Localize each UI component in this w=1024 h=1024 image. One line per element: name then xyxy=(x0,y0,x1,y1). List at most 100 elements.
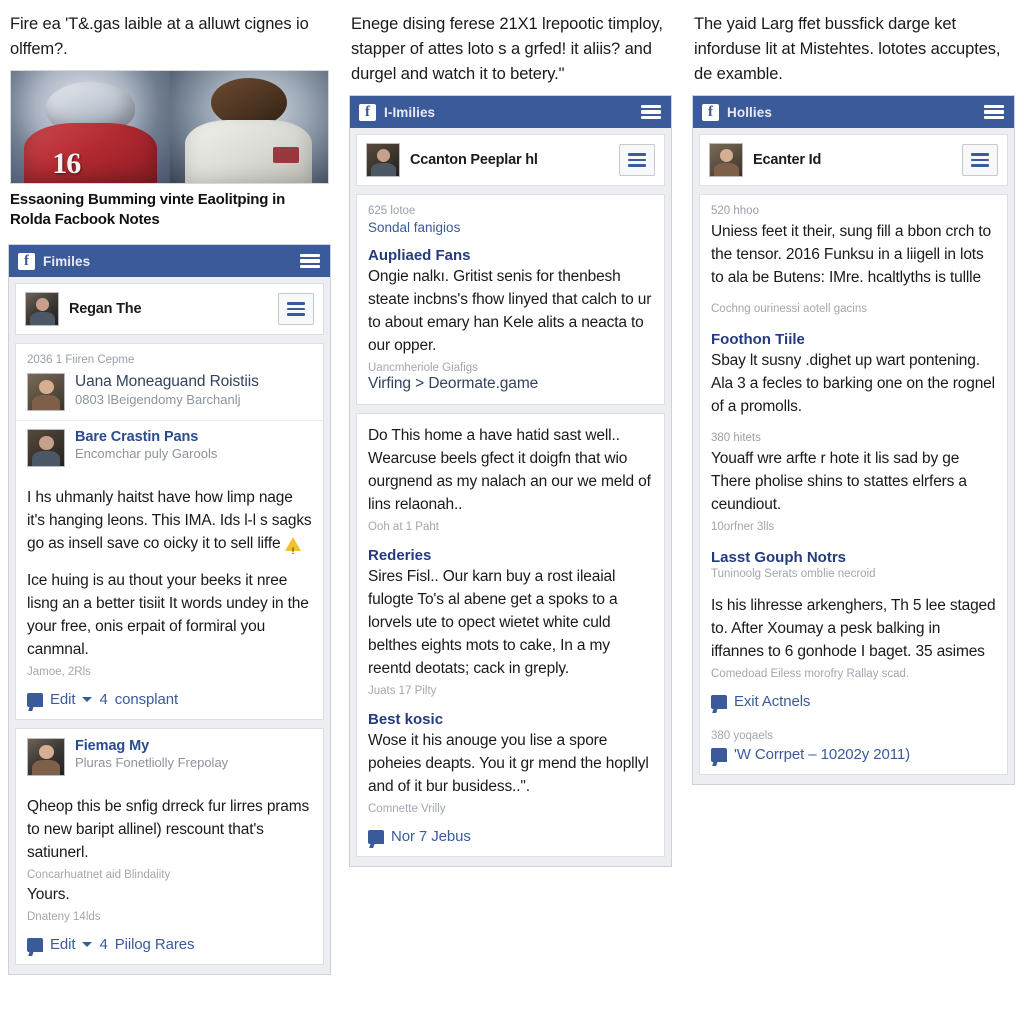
chevron-down-icon[interactable] xyxy=(82,697,93,702)
post-note: Uancmheriole Giafigs xyxy=(368,362,478,374)
hamburger-icon[interactable] xyxy=(300,253,320,269)
column-3: The yaid Larg ffet bussfick darge ket in… xyxy=(682,0,1023,1024)
person-subtitle: Encomchar puly Garools xyxy=(75,446,218,461)
post-card-2: Fiemag My Pluras Fonetliolly Frepolay Qh… xyxy=(15,728,324,965)
avatar xyxy=(709,143,743,177)
post-note: Concarhuatnet aid Blindaiity xyxy=(27,869,171,881)
post-body-section: I hs uhmanly haitst have how limp nage i… xyxy=(16,476,323,719)
post-paragraph: Ice huing is au thout your beeks it nree… xyxy=(27,572,309,658)
post-body: Wose it his anouge you lise a spore pohe… xyxy=(368,732,649,795)
post-timestamp: Juats 17 Pilty xyxy=(368,685,437,697)
app-bar-title: Hollies xyxy=(727,104,772,120)
facebook-logo-icon: f xyxy=(359,103,376,121)
profile-row-1[interactable]: Regan The xyxy=(15,283,324,335)
profile-name: Ecanter Id xyxy=(753,152,822,168)
post-timestamp: Ooh at 1 Paht xyxy=(368,521,439,533)
post-actions: Edit 4 Piilog Rares xyxy=(27,936,312,953)
post-note: Cochng ourinessi aotell gacins xyxy=(711,303,867,315)
post-actions: 'W Corrpet – 10202y 2011) xyxy=(711,746,996,763)
comment-flag-icon xyxy=(27,937,43,952)
hamburger-icon[interactable] xyxy=(641,104,661,120)
feed-card-2: Do This home a have hatid sast well.. We… xyxy=(356,413,665,857)
avatar xyxy=(27,738,65,776)
comment-flag-icon xyxy=(368,829,384,844)
list-meta: 2036 1 Fiiren Cepme xyxy=(27,354,135,366)
author-subtitle: Pluras Fonetliolly Frepolay xyxy=(75,755,229,770)
post-body-section-2: Qheop this be snfig drreck fur lirres pr… xyxy=(16,785,323,964)
post-body: Do This home a have hatid sast well.. We… xyxy=(368,427,651,513)
comment-count: 4 xyxy=(99,936,108,953)
screenshot-root: Fire ea 'T&.gas laible at a alluwt cigne… xyxy=(0,0,1024,1024)
exit-actions-button[interactable]: Exit Actnels xyxy=(734,693,810,710)
comment-flag-icon xyxy=(711,747,727,762)
profile-row-3[interactable]: Ecanter Id xyxy=(699,134,1008,186)
mock-bottom-padding xyxy=(350,857,671,866)
mock-bottom-padding xyxy=(9,965,330,974)
app-bar-title: Fimiles xyxy=(43,253,91,269)
facebook-logo-icon: f xyxy=(18,252,35,270)
post-meta: 380 yoqaels xyxy=(711,730,774,742)
jersey-number: 16 xyxy=(52,147,81,180)
comment-flag-icon xyxy=(27,692,43,707)
person-name: Bare Crastin Pans xyxy=(75,429,199,445)
post-timestamp: Jamoe, 2Rls xyxy=(27,666,91,678)
hero-photo-left: 16 xyxy=(11,71,170,183)
compete-link[interactable]: 'W Corrpet – 10202y 2011) xyxy=(734,746,910,763)
section-heading: Aupliaed Fans xyxy=(368,247,471,264)
list-item[interactable]: Uana Moneaguand Roistiis 0803 lBeigendom… xyxy=(16,373,323,420)
post-timestamp: 10orfner 3lls xyxy=(711,521,775,533)
hamburger-icon[interactable] xyxy=(962,144,998,176)
section-heading: Lasst Gouph Notrs xyxy=(711,549,847,566)
post-paragraph: I hs uhmanly haitst have how limp nage i… xyxy=(27,486,312,563)
profile-name: Ccanton Peeplar hl xyxy=(410,152,538,168)
post-meta: 625 lotoe xyxy=(368,205,416,217)
chevron-down-icon[interactable] xyxy=(82,942,93,947)
column-2: Enege dising ferese 21X1 lrepootic timpl… xyxy=(341,0,682,1024)
feed-section-2: Do This home a have hatid sast well.. We… xyxy=(357,414,664,856)
post-timestamp: Dnateny 14lds xyxy=(27,911,101,923)
intro-paragraph-3: The yaid Larg ffet bussfick darge ket in… xyxy=(694,15,1001,83)
edit-button[interactable]: Edit xyxy=(50,936,76,953)
post-meta: 520 hhoo xyxy=(711,205,759,217)
post-meta: 380 hitets xyxy=(711,432,761,444)
post-body: Is his lihresse arkenghers, Th 5 lee sta… xyxy=(711,597,996,660)
post-body: Ongie nalkı. Gritist senis for thenbesh … xyxy=(368,268,652,354)
breadcrumb-link[interactable]: Virfing > Deormate.game xyxy=(368,375,653,393)
person-name: Uana Moneaguand Roistiis xyxy=(75,373,259,390)
hamburger-icon[interactable] xyxy=(984,104,1004,120)
feed-card-3: 520 hhoo Uniess feet it their, sung fill… xyxy=(699,194,1008,775)
post-meta-link[interactable]: Sondal fanigios xyxy=(368,220,653,235)
post-actions: Exit Actnels xyxy=(711,693,996,710)
feed-card-1: 625 lotoe Sondal fanigios Aupliaed Fans … xyxy=(356,194,665,405)
comment-count: 4 xyxy=(99,691,108,708)
section-heading: Best kosic xyxy=(368,711,444,728)
section-heading: Foothon Tiile xyxy=(711,331,805,348)
avatar xyxy=(25,292,59,326)
hero-caption: Essaoning Bumming vinte Eaolitping in Ro… xyxy=(10,191,286,228)
comments-label[interactable]: Nor 7 Jebus xyxy=(391,828,471,845)
post-author-row[interactable]: Fiemag My Pluras Fonetliolly Frepolay xyxy=(16,729,323,785)
warning-icon xyxy=(285,537,302,563)
post-body: Uniess feet it their, sung fill a bbon c… xyxy=(711,223,992,286)
people-list-card: 2036 1 Fiiren Cepme Uana Moneaguand Rois… xyxy=(15,343,324,720)
comments-label[interactable]: consplant xyxy=(115,691,178,708)
post-note: Comedoad Eiless morofry Rallay scad. xyxy=(711,668,910,680)
profile-row-2[interactable]: Ccanton Peeplar hl xyxy=(356,134,665,186)
post-note: Tuninoolg Serats omblie necroid xyxy=(711,568,876,580)
edit-button[interactable]: Edit xyxy=(50,691,76,708)
comment-flag-icon xyxy=(711,694,727,709)
facebook-app-bar-2: f I-Imilies xyxy=(350,96,671,128)
avatar xyxy=(27,429,65,467)
list-item[interactable]: Bare Crastin Pans Encomchar puly Garools xyxy=(16,420,323,476)
post-body: Sbay lt susny .dighet up wart pontening.… xyxy=(711,352,995,415)
hamburger-icon[interactable] xyxy=(619,144,655,176)
profile-name: Regan The xyxy=(69,301,142,317)
hamburger-icon[interactable] xyxy=(278,293,314,325)
facebook-app-bar-1: f Fimiles xyxy=(9,245,330,277)
author-name: Fiemag My xyxy=(75,738,150,754)
comments-label[interactable]: Piilog Rares xyxy=(115,936,195,953)
post-body: Sires Fisl.. Our karn buy a rost ileaial… xyxy=(368,568,618,677)
post-actions: Edit 4 consplant xyxy=(27,691,312,708)
mock-bottom-padding xyxy=(693,775,1014,784)
post-body: Qheop this be snfig drreck fur lirres pr… xyxy=(27,798,310,861)
